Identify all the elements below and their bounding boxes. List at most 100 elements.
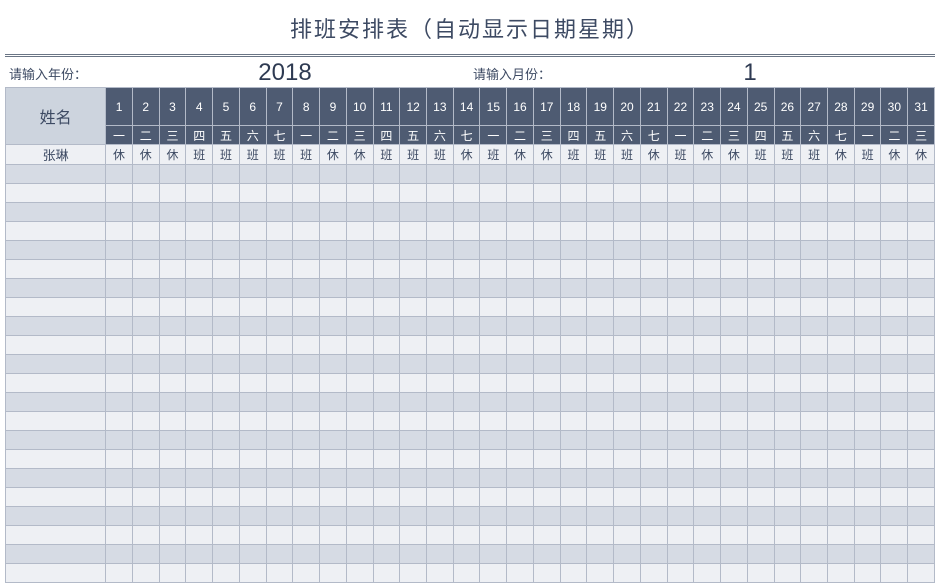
shift-cell[interactable] (881, 298, 908, 317)
shift-cell[interactable] (881, 241, 908, 260)
shift-cell[interactable] (426, 336, 453, 355)
shift-cell[interactable]: 休 (159, 145, 186, 165)
shift-cell[interactable] (106, 184, 133, 203)
shift-cell[interactable]: 班 (373, 145, 400, 165)
shift-cell[interactable] (828, 279, 855, 298)
shift-cell[interactable] (854, 393, 881, 412)
shift-cell[interactable] (828, 469, 855, 488)
name-cell[interactable] (6, 279, 106, 298)
shift-cell[interactable] (828, 355, 855, 374)
shift-cell[interactable] (293, 431, 320, 450)
shift-cell[interactable] (159, 469, 186, 488)
shift-cell[interactable] (346, 222, 373, 241)
shift-cell[interactable] (667, 412, 694, 431)
shift-cell[interactable] (587, 374, 614, 393)
shift-cell[interactable] (213, 279, 240, 298)
shift-cell[interactable] (293, 450, 320, 469)
shift-cell[interactable] (159, 431, 186, 450)
shift-cell[interactable] (614, 488, 641, 507)
shift-cell[interactable] (881, 374, 908, 393)
shift-cell[interactable] (453, 336, 480, 355)
shift-cell[interactable] (320, 317, 347, 336)
shift-cell[interactable] (293, 545, 320, 564)
name-cell[interactable] (6, 431, 106, 450)
shift-cell[interactable] (667, 317, 694, 336)
shift-cell[interactable] (400, 203, 427, 222)
shift-cell[interactable] (346, 355, 373, 374)
shift-cell[interactable] (293, 507, 320, 526)
shift-cell[interactable] (774, 222, 801, 241)
shift-cell[interactable] (587, 184, 614, 203)
shift-cell[interactable] (320, 545, 347, 564)
shift-cell[interactable] (293, 222, 320, 241)
shift-cell[interactable] (881, 412, 908, 431)
name-cell[interactable] (6, 469, 106, 488)
shift-cell[interactable] (293, 241, 320, 260)
shift-cell[interactable] (320, 203, 347, 222)
shift-cell[interactable] (453, 165, 480, 184)
shift-cell[interactable] (266, 241, 293, 260)
shift-cell[interactable]: 休 (721, 145, 748, 165)
shift-cell[interactable] (533, 298, 560, 317)
shift-cell[interactable] (266, 526, 293, 545)
shift-cell[interactable] (828, 488, 855, 507)
shift-cell[interactable] (614, 374, 641, 393)
name-cell[interactable] (6, 412, 106, 431)
shift-cell[interactable] (533, 184, 560, 203)
shift-cell[interactable]: 休 (694, 145, 721, 165)
shift-cell[interactable] (587, 450, 614, 469)
shift-cell[interactable] (747, 222, 774, 241)
shift-cell[interactable] (881, 222, 908, 241)
shift-cell[interactable] (908, 298, 935, 317)
shift-cell[interactable] (373, 355, 400, 374)
shift-cell[interactable] (266, 203, 293, 222)
shift-cell[interactable] (426, 507, 453, 526)
shift-cell[interactable] (346, 317, 373, 336)
shift-cell[interactable] (881, 165, 908, 184)
shift-cell[interactable] (908, 526, 935, 545)
shift-cell[interactable] (186, 222, 213, 241)
shift-cell[interactable] (747, 355, 774, 374)
shift-cell[interactable] (828, 545, 855, 564)
shift-cell[interactable] (159, 545, 186, 564)
shift-cell[interactable]: 班 (560, 145, 587, 165)
shift-cell[interactable] (533, 241, 560, 260)
shift-cell[interactable] (747, 241, 774, 260)
shift-cell[interactable] (774, 488, 801, 507)
shift-cell[interactable] (453, 241, 480, 260)
shift-cell[interactable] (774, 355, 801, 374)
shift-cell[interactable] (828, 393, 855, 412)
shift-cell[interactable] (908, 431, 935, 450)
shift-cell[interactable] (132, 260, 159, 279)
shift-cell[interactable] (480, 165, 507, 184)
shift-cell[interactable] (186, 507, 213, 526)
shift-cell[interactable] (373, 184, 400, 203)
shift-cell[interactable]: 班 (426, 145, 453, 165)
name-cell[interactable] (6, 241, 106, 260)
shift-cell[interactable] (266, 222, 293, 241)
shift-cell[interactable] (186, 336, 213, 355)
shift-cell[interactable] (426, 241, 453, 260)
shift-cell[interactable] (346, 260, 373, 279)
shift-cell[interactable] (159, 412, 186, 431)
shift-cell[interactable] (400, 298, 427, 317)
shift-cell[interactable] (186, 393, 213, 412)
shift-cell[interactable] (747, 469, 774, 488)
shift-cell[interactable] (533, 507, 560, 526)
shift-cell[interactable] (854, 222, 881, 241)
shift-cell[interactable] (533, 165, 560, 184)
shift-cell[interactable] (747, 165, 774, 184)
shift-cell[interactable] (667, 526, 694, 545)
shift-cell[interactable] (587, 545, 614, 564)
shift-cell[interactable]: 休 (881, 145, 908, 165)
shift-cell[interactable] (480, 469, 507, 488)
shift-cell[interactable] (801, 222, 828, 241)
shift-cell[interactable] (480, 450, 507, 469)
shift-cell[interactable] (186, 279, 213, 298)
shift-cell[interactable] (721, 165, 748, 184)
shift-cell[interactable] (400, 165, 427, 184)
shift-cell[interactable] (694, 184, 721, 203)
shift-cell[interactable] (533, 488, 560, 507)
shift-cell[interactable] (266, 165, 293, 184)
shift-cell[interactable] (480, 431, 507, 450)
